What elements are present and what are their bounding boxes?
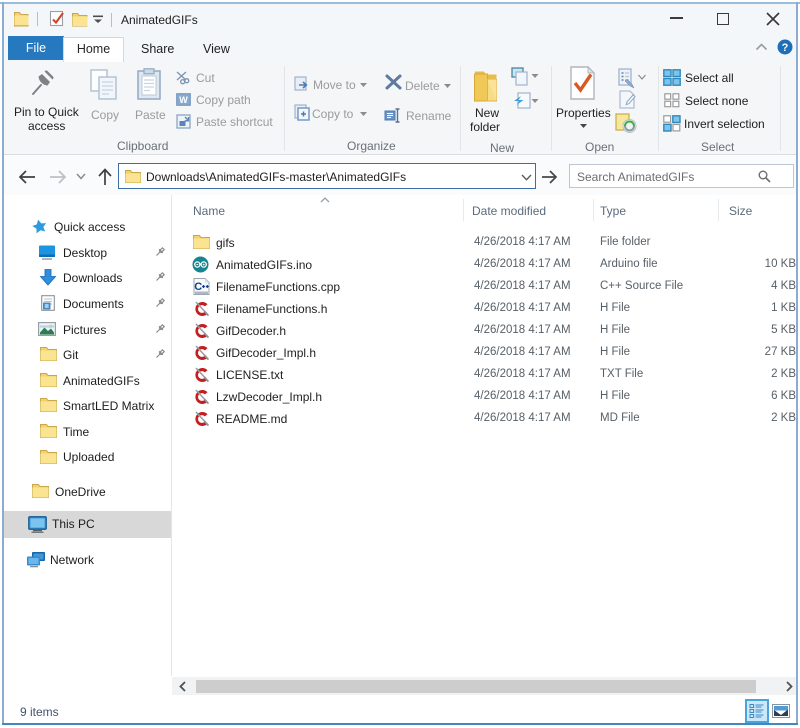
svg-text:?: ? — [782, 42, 789, 54]
svg-text:C: C — [194, 281, 202, 293]
svg-text:W: W — [179, 95, 188, 105]
